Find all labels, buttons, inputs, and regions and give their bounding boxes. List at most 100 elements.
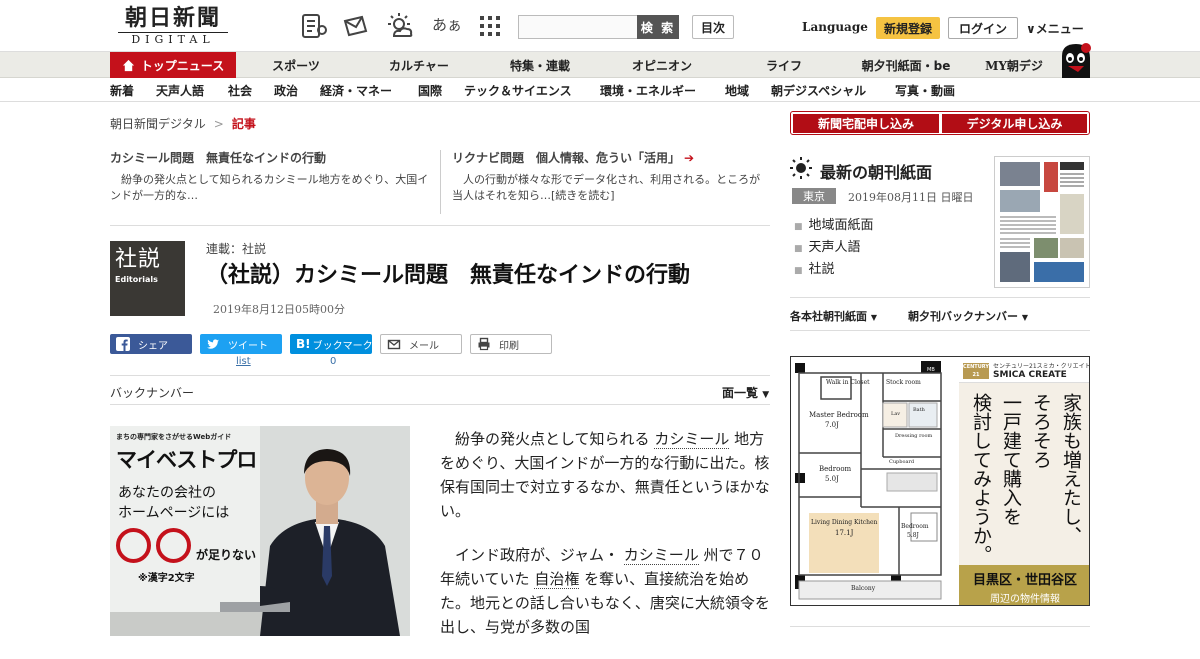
latest-paper-title[interactable]: 最新の朝刊紙面 [820, 159, 932, 183]
regional-editions-dropdown[interactable]: 各本社朝刊紙面 ▼ [790, 308, 877, 324]
ad-century21[interactable]: Walk in Closet Stock room MB Master Bedr… [790, 356, 1090, 606]
ad-left-line1: あなたの会社の [118, 485, 216, 501]
editorial-logo[interactable]: 社説 Editorials [110, 241, 185, 316]
breadcrumb-home[interactable]: 朝日新聞デジタル [110, 117, 206, 131]
editorial-logo-kanji: 社説 [115, 247, 162, 272]
font-size-toggle[interactable]: あぁ [432, 14, 462, 35]
floor-plan-image [791, 357, 959, 605]
facebook-share-label: シェア [138, 340, 168, 352]
twitter-share-button[interactable]: ツイート [200, 334, 282, 354]
print-button[interactable]: 印刷 [470, 334, 552, 354]
nav-print-edition[interactable]: 朝夕刊紙面・be [850, 52, 962, 78]
mail-share-label: メール [409, 340, 439, 352]
ad-left-suffix: が足りない [196, 548, 257, 562]
article-date: 2019年8月12日05時00分 [213, 303, 345, 316]
nav-features[interactable]: 特集・連載 [484, 52, 596, 78]
room-label: Balcony [851, 585, 876, 592]
keyword-link[interactable]: カシミール [623, 546, 699, 565]
nav2-environment[interactable]: 環境・エネルギー [600, 78, 696, 102]
room-label: Dressing room [895, 433, 933, 439]
subscribe-home-button[interactable]: 新聞宅配申し込み [793, 114, 939, 133]
hatena-bookmark-button[interactable]: B! ブックマーク [290, 334, 373, 354]
divider [790, 297, 1090, 298]
nav-my-asadigi[interactable]: MY朝デジ [972, 52, 1056, 78]
facebook-share-button[interactable]: シェア [110, 334, 192, 354]
search-button[interactable]: 検 索 [637, 15, 679, 39]
keyword-link[interactable]: カシミール [654, 430, 730, 449]
twitter-count[interactable]: list [236, 356, 251, 367]
ad-company-tag: センチュリー21スミカ・クリエイト [993, 363, 1090, 370]
toc-button[interactable]: 目次 [692, 15, 734, 39]
nav2-economy[interactable]: 経済・マネー [320, 78, 392, 102]
mail-news-icon[interactable] [342, 12, 370, 40]
backnumber-dropdown[interactable]: 朝夕刊バックナンバー ▼ [908, 308, 1028, 324]
grid-menu-icon[interactable] [476, 12, 504, 40]
keyword-link[interactable]: 自治権 [534, 570, 580, 589]
nav-life[interactable]: ライフ [728, 52, 840, 78]
register-button[interactable]: 新規登録 [876, 17, 940, 39]
breadcrumb-separator: > [213, 117, 224, 131]
nav2-tenseijingo[interactable]: 天声人語 [156, 78, 204, 102]
paper-link-tenseijingo[interactable]: ■ 天声人語 [794, 236, 861, 255]
nav-opinion[interactable]: オピニオン [606, 52, 718, 78]
article-body: 紛争の発火点として知られる カシミール 地方をめぐり、大国インドが一方的な行動に… [440, 427, 770, 659]
series-label[interactable]: 連載：社説 [206, 240, 266, 257]
bullet-icon: ■ [794, 222, 803, 232]
dropdown-label: 各本社朝刊紙面 [790, 310, 867, 323]
weather-icon[interactable] [386, 12, 414, 40]
nav2-latest[interactable]: 新着 [110, 78, 134, 102]
paper-link-regional[interactable]: ■ 地域面紙面 [794, 214, 874, 233]
subscribe-buttons: 新聞宅配申し込み デジタル申し込み [790, 111, 1090, 135]
list-toggle[interactable]: 面一覧 ▼ [722, 384, 769, 401]
ad-left-line2: ホームページには [118, 505, 230, 521]
newspaper-thumbnail[interactable] [994, 156, 1090, 288]
ad-vertical-copy: 家族も増えたし、 そろそろ 一戸建て購入を 検討してみようか。 [969, 393, 1085, 565]
ad-area: 目黒区・世田谷区 [972, 573, 1077, 588]
room-label: Walk in Closet [826, 379, 870, 386]
paper-link-editorial[interactable]: ■ 社説 [794, 258, 835, 277]
asahi-digital-logo[interactable]: 朝日新聞 DIGITAL [118, 6, 228, 48]
nav2-society[interactable]: 社会 [228, 78, 252, 102]
bullet-icon: ■ [794, 244, 803, 254]
teaser-title[interactable]: リクナビ問題 個人情報、危うい「活用」 ➔ [452, 150, 768, 166]
ad-mybestpro[interactable]: まちの専門家をさがせるWebガイド マイベストプロ あなたの会社の ホームページ… [110, 426, 410, 636]
editorial-logo-en: Editorials [115, 275, 158, 284]
room-label: Bedroom [819, 465, 852, 473]
nav2-photo-video[interactable]: 写真・動画 [895, 78, 955, 102]
nav2-international[interactable]: 国際 [418, 78, 442, 102]
paper-link-label: 地域面紙面 [808, 218, 874, 233]
nav2-special[interactable]: 朝デジスペシャル [771, 78, 866, 102]
newspaper-reader-icon[interactable] [300, 12, 328, 40]
teaser-kashmir[interactable]: カシミール問題 無責任なインドの行動 紛争の発火点として知られるカシミール地方を… [110, 150, 432, 214]
teaser-title[interactable]: カシミール問題 無責任なインドの行動 [110, 150, 432, 166]
hatena-bookmark-label: ブックマーク [312, 340, 373, 352]
nav2-politics[interactable]: 政治 [274, 78, 298, 102]
subscribe-digital-button[interactable]: デジタル申し込み [942, 114, 1087, 133]
nav2-tech-science[interactable]: テック＆サイエンス [464, 78, 572, 102]
nav-sports[interactable]: スポーツ [240, 52, 352, 78]
hatena-count: 0 [330, 356, 337, 367]
ad-copy-line: 家族も増えたし、 [1060, 393, 1082, 545]
teaser-divider [440, 150, 441, 214]
login-button[interactable]: ログイン [948, 17, 1018, 39]
mascot-icon[interactable] [1056, 42, 1092, 80]
article-title: （社説）カシミール問題 無責任なインドの行動 [206, 263, 691, 288]
teaser-desc: 紛争の発火点として知られるカシミール地方をめぐり、大国インドが一方的な… [110, 173, 429, 202]
paper-date: 2019年08月11日 日曜日 [848, 191, 974, 204]
ad-area-banner[interactable]: 目黒区・世田谷区 周辺の物件情報 [959, 565, 1089, 605]
teaser-rikunabi[interactable]: リクナビ問題 個人情報、危うい「活用」 ➔ 人の行動が様々な形でデータ化され、利用… [452, 150, 768, 214]
room-size: 5.0J [825, 475, 839, 483]
logo-ja: 朝日新聞 [124, 5, 221, 31]
home-icon [122, 59, 134, 71]
nav-top-news[interactable]: トップニュース [110, 52, 236, 78]
mail-share-button[interactable]: メール [380, 334, 462, 354]
sun-icon [790, 157, 812, 179]
article-paragraph: インド政府が、ジャム・ カシミール 州で７０年続いていた 自治権 を奪い、直接統… [440, 543, 770, 639]
nav2-region[interactable]: 地域 [725, 78, 749, 102]
divider [110, 375, 770, 376]
menu-button[interactable]: ∨メニュー [1026, 20, 1084, 37]
search-input[interactable] [519, 16, 637, 38]
logo-en: DIGITAL [118, 32, 228, 47]
nav-culture[interactable]: カルチャー [360, 52, 478, 78]
language-link[interactable]: Language [802, 20, 868, 34]
